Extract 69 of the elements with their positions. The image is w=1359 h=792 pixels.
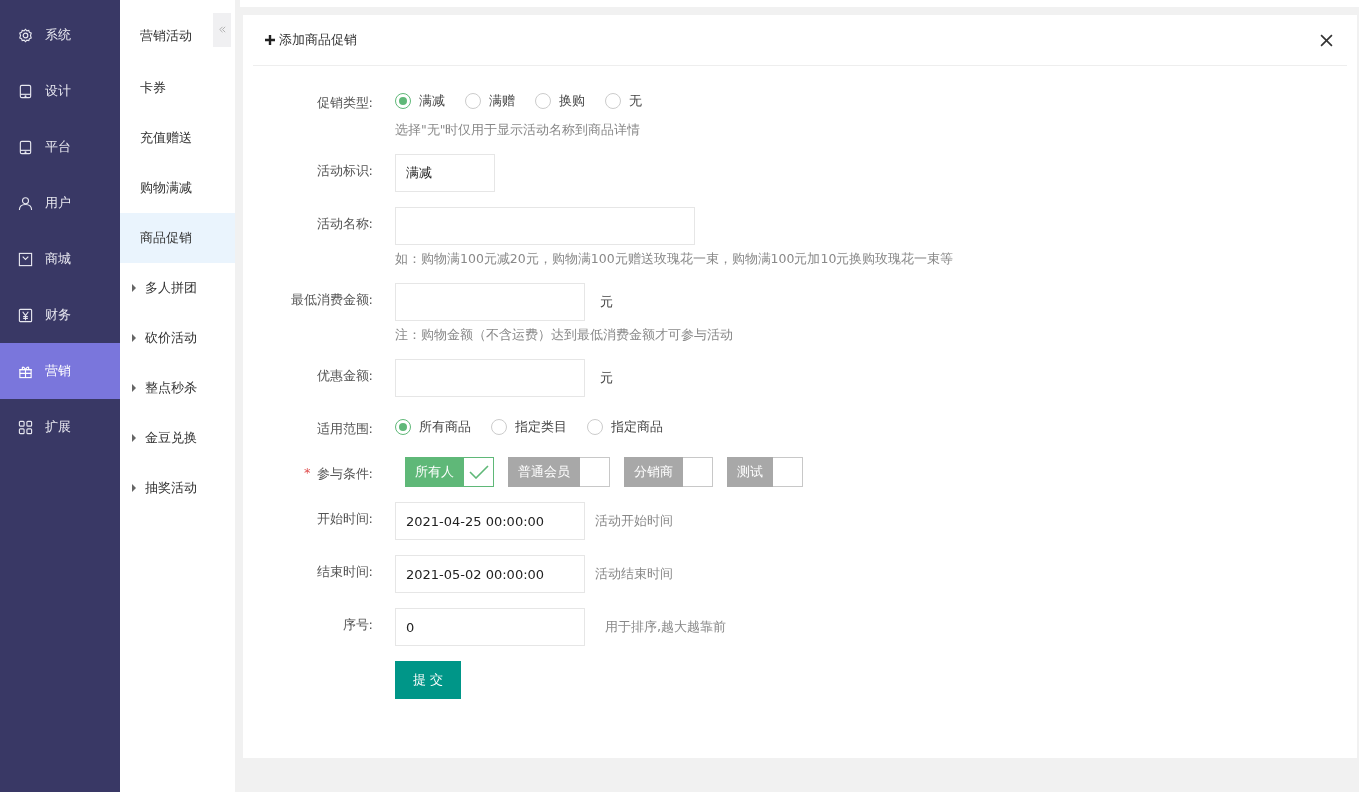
radio-option[interactable]: 满减 xyxy=(395,92,445,110)
submenu-item[interactable]: 充值赠送 xyxy=(120,113,235,163)
check-icon xyxy=(468,465,489,479)
submenu-item[interactable]: 抽奖活动 xyxy=(120,463,235,513)
text-input[interactable] xyxy=(395,359,585,397)
field-label: 活动标识: xyxy=(316,162,373,180)
submenu-item[interactable]: 整点秒杀 xyxy=(120,363,235,413)
checkbox[interactable] xyxy=(580,457,610,487)
text-input[interactable] xyxy=(395,283,585,321)
checkbox[interactable] xyxy=(683,457,713,487)
unit-label: 元 xyxy=(600,293,613,311)
tablet-icon xyxy=(18,83,33,99)
bag-icon xyxy=(18,251,33,267)
field-label: 序号: xyxy=(342,616,373,634)
text-input[interactable] xyxy=(395,207,695,245)
field-label: 最低消费金额: xyxy=(290,291,373,309)
main-menu-item[interactable]: 设计 xyxy=(0,63,120,119)
field-hint: 如：购物满100元减20元，购物满100元赠送玫瑰花一束，购物满100元加10元换购玫瑰花一束等 xyxy=(395,251,954,268)
submenu-title: 营销活动 xyxy=(140,26,192,45)
text-input[interactable]: 0 xyxy=(395,608,585,646)
collapse-button[interactable] xyxy=(213,12,231,47)
field-hint: 用于排序,越大越靠前 xyxy=(605,618,727,636)
checkbox[interactable] xyxy=(773,457,803,487)
field-label: 优惠金额: xyxy=(316,367,373,385)
field-label: 参与条件: xyxy=(316,465,373,483)
required-asterisk: * xyxy=(304,465,311,482)
grid-icon xyxy=(18,419,33,435)
submenu-item[interactable]: 多人拼团 xyxy=(120,263,235,313)
close-icon xyxy=(1320,33,1333,47)
main-menu-item[interactable]: 系统 xyxy=(0,7,120,63)
field-hint: 活动结束时间 xyxy=(595,565,673,583)
field-label: 促销类型: xyxy=(316,94,373,112)
gear-icon xyxy=(18,27,33,43)
field-label: 适用范围: xyxy=(316,420,373,438)
submit-button[interactable]: 提 交 xyxy=(395,661,462,699)
main-menu-item[interactable]: 用户 xyxy=(0,175,120,231)
main-menu-item[interactable]: 扩展 xyxy=(0,399,120,455)
field-hint: 活动开始时间 xyxy=(595,512,673,530)
main-menu-item[interactable]: 财务 xyxy=(0,287,120,343)
submenu-item[interactable]: 砍价活动 xyxy=(120,313,235,363)
main-menu-item[interactable]: 营销 xyxy=(0,343,120,399)
field-hint: 选择"无"时仅用于显示活动名称到商品详情 xyxy=(395,122,642,139)
submenu-item[interactable]: 商品促销 xyxy=(120,213,235,263)
radio-option[interactable]: 无 xyxy=(605,92,642,110)
checkbox[interactable] xyxy=(464,457,494,487)
field-label: 开始时间: xyxy=(316,510,373,528)
submenu-item[interactable]: 卡券 xyxy=(120,63,235,113)
text-input[interactable]: 2021-05-02 00:00:00 xyxy=(395,555,585,593)
radio-option[interactable]: 指定类目 xyxy=(491,418,567,436)
radio-option[interactable]: 换购 xyxy=(535,92,585,110)
plus-icon xyxy=(265,35,275,45)
text-input[interactable]: 2021-04-25 00:00:00 xyxy=(395,502,585,540)
field-hint: 注：购物金额（不含运费）达到最低消费金额才可参与活动 xyxy=(395,327,733,344)
text-input[interactable]: 满减 xyxy=(395,154,495,192)
radio-option[interactable]: 满赠 xyxy=(465,92,515,110)
tablet-icon xyxy=(18,139,33,155)
submenu-item[interactable]: 购物满减 xyxy=(120,163,235,213)
main-menu-item[interactable]: 商城 xyxy=(0,231,120,287)
main-menu-item[interactable]: 平台 xyxy=(0,119,120,175)
panel-title: 添加商品促销 xyxy=(265,31,357,49)
unit-label: 元 xyxy=(600,369,613,387)
radio-option[interactable]: 指定商品 xyxy=(587,418,663,436)
radio-option[interactable]: 所有商品 xyxy=(395,418,471,436)
submenu-item[interactable]: 金豆兑换 xyxy=(120,413,235,463)
user-icon xyxy=(18,195,33,211)
field-label: 活动名称: xyxy=(316,215,373,233)
field-label: 结束时间: xyxy=(316,563,373,581)
double-chevron-icon xyxy=(217,25,227,34)
yen-icon xyxy=(18,307,33,323)
